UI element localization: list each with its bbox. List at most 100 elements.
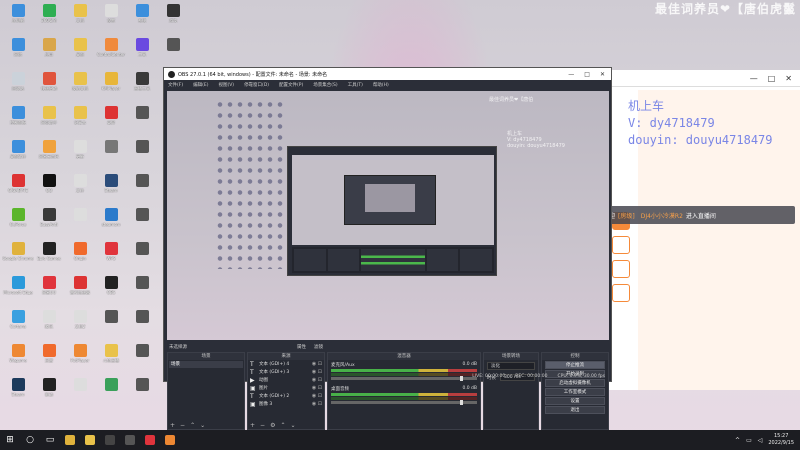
volume-icon[interactable]: ◁ xyxy=(758,437,763,444)
taskbar-task-view-icon[interactable]: ▭ xyxy=(40,430,60,450)
desktop-icon[interactable]: 文件 xyxy=(64,174,96,204)
source-item[interactable]: T 文本 (GDI+) 2 ◉ ⊡ xyxy=(248,392,324,400)
desktop-icon[interactable]: GeForce xyxy=(2,208,34,238)
scene-item[interactable]: 场景 xyxy=(169,361,243,368)
menu-item[interactable]: 工具(T) xyxy=(348,82,363,88)
menu-item[interactable]: 场景集合(S) xyxy=(313,82,337,88)
visibility-icon[interactable]: ◉ ⊡ xyxy=(312,361,324,367)
desktop-icon[interactable]: Google Chrome xyxy=(2,242,34,272)
stop-streaming-button[interactable]: 停止推流 xyxy=(545,361,605,369)
minimize-icon[interactable]: — xyxy=(750,74,758,83)
desktop-icon[interactable]: 回收站 xyxy=(2,72,34,102)
add-icon[interactable]: + xyxy=(250,422,255,429)
down-icon[interactable]: ⌄ xyxy=(290,422,295,429)
desktop-icon[interactable]: 此电脑 xyxy=(2,4,34,34)
menu-item[interactable]: 配置文件(P) xyxy=(279,82,303,88)
source-item[interactable]: T 文本 (GDI+) 4 ◉ ⊡ xyxy=(248,360,324,368)
desktop-icon[interactable]: QQ xyxy=(33,174,65,204)
desktop-icon[interactable]: 驱动 xyxy=(33,378,65,408)
desktop-icon[interactable]: 直播工具 xyxy=(126,72,158,102)
visibility-icon[interactable]: ◉ ⊡ xyxy=(312,401,324,407)
visibility-icon[interactable]: ◉ ⊡ xyxy=(312,385,324,391)
desktop-icon[interactable] xyxy=(126,344,158,374)
transition-select[interactable]: 淡化 xyxy=(487,362,535,370)
desktop-icon[interactable]: ControlCenter xyxy=(95,38,127,68)
down-icon[interactable]: ⌄ xyxy=(200,422,205,429)
desktop-icon[interactable]: 录屏 xyxy=(95,106,127,136)
settings-button[interactable]: 设置 xyxy=(545,397,605,405)
visibility-icon[interactable]: ◉ ⊡ xyxy=(312,393,324,399)
desktop-icon[interactable]: 网页助手 xyxy=(33,106,65,136)
menu-item[interactable]: 视图(V) xyxy=(218,82,234,88)
desktop-icon[interactable]: WPS xyxy=(95,242,127,272)
gift-icon[interactable] xyxy=(612,260,630,278)
desktop-icon[interactable] xyxy=(95,140,127,170)
taskbar-start-icon[interactable]: ⊞ xyxy=(0,430,20,450)
taskbar-douyu-icon[interactable] xyxy=(160,430,180,450)
clock[interactable]: 15:27 2022/9/15 xyxy=(768,433,794,447)
desktop-icon[interactable] xyxy=(126,310,158,340)
volume-slider[interactable] xyxy=(331,400,477,405)
menu-item[interactable]: 停靠窗口(D) xyxy=(244,82,269,88)
taskbar-chrome-icon[interactable] xyxy=(60,430,80,450)
chevron-up-icon[interactable]: ^ xyxy=(735,437,740,444)
desktop-icon[interactable] xyxy=(95,378,127,408)
desktop-icon[interactable]: 更新 xyxy=(64,140,96,170)
desktop-icon[interactable]: 文档2 xyxy=(64,310,96,340)
desktop-icon[interactable]: Epic Games xyxy=(33,242,65,272)
menu-item[interactable]: 帮助(H) xyxy=(373,82,389,88)
desktop-icon[interactable] xyxy=(64,378,96,408)
desktop-icon[interactable]: 记事本 xyxy=(64,106,96,136)
desktop-icon[interactable]: Wegame xyxy=(2,344,34,374)
desktop-icon[interactable] xyxy=(157,38,189,68)
menu-item[interactable]: 文件(F) xyxy=(168,82,183,88)
desktop-icon[interactable]: steamcm xyxy=(95,208,127,238)
desktop-icon[interactable] xyxy=(126,276,158,306)
maximize-icon[interactable]: □ xyxy=(584,71,590,78)
source-item[interactable]: ▣ 图像 3 ◉ ⊡ xyxy=(248,400,324,408)
desktop-icon[interactable]: 腾讯 xyxy=(33,310,65,340)
desktop-icon[interactable] xyxy=(126,106,158,136)
desktop-icon[interactable]: PotPlayer xyxy=(64,344,96,374)
network-icon[interactable]: ▭ xyxy=(746,437,752,444)
desktop-icon[interactable]: 斗鱼直播 xyxy=(95,344,127,374)
desktop-icon[interactable]: 应用 xyxy=(33,38,65,68)
taskbar-search-icon[interactable]: ○ xyxy=(20,430,40,450)
remove-icon[interactable]: − xyxy=(180,422,185,429)
headset-icon[interactable] xyxy=(612,284,630,302)
up-icon[interactable]: ⌃ xyxy=(280,422,285,429)
filters-button[interactable]: 滤镜 xyxy=(314,344,323,350)
source-item[interactable]: ▣ 图片 ◉ ⊡ xyxy=(248,384,324,392)
desktop-icon[interactable]: GIGABYTE xyxy=(2,174,34,204)
menu-item[interactable]: 编辑(E) xyxy=(193,82,208,88)
studio-mode-button[interactable]: 工作室模式 xyxy=(545,388,605,396)
desktop-icon[interactable]: OBS xyxy=(95,276,127,306)
desktop-icon[interactable]: 雷神加速器 xyxy=(64,276,96,306)
desktop-icon[interactable] xyxy=(64,208,96,238)
desktop-icon[interactable] xyxy=(126,174,158,204)
desktop-icon[interactable]: 我的文档 xyxy=(64,72,96,102)
desktop-icon[interactable]: Microsoft Edge xyxy=(2,276,34,306)
desktop-icon[interactable] xyxy=(126,208,158,238)
maximize-icon[interactable]: □ xyxy=(768,74,776,83)
desktop-icon[interactable]: 快速启动 xyxy=(33,72,65,102)
desktop-icon[interactable]: KMPlayer xyxy=(95,72,127,102)
add-icon[interactable]: + xyxy=(170,422,175,429)
taskbar-explorer-icon[interactable] xyxy=(80,430,100,450)
remove-icon[interactable]: − xyxy=(260,422,265,429)
desktop-icon[interactable] xyxy=(126,140,158,170)
desktop-icon[interactable]: Steam xyxy=(95,174,127,204)
desktop-icon[interactable]: EasyAnti xyxy=(33,208,65,238)
desktop-icon[interactable]: Steam xyxy=(2,378,34,408)
desktop-icon[interactable]: 360安全 xyxy=(33,4,65,34)
gear-icon[interactable]: ⚙ xyxy=(270,422,275,429)
desktop-icon[interactable]: Origin xyxy=(64,242,96,272)
close-icon[interactable]: ✕ xyxy=(600,71,605,78)
properties-button[interactable]: 属性 xyxy=(297,344,306,350)
obs-preview[interactable]: 最佳词养员❤【唐伯 机上车 V: dy4718479 douyin: douyu… xyxy=(167,91,609,340)
close-icon[interactable]: ✕ xyxy=(785,74,792,83)
desktop-icon[interactable]: 设置 xyxy=(95,4,127,34)
desktop-icon[interactable]: 网易云音乐 xyxy=(33,140,65,170)
desktop-icon[interactable]: 桌面 xyxy=(64,38,96,68)
exit-button[interactable]: 退出 xyxy=(545,406,605,414)
